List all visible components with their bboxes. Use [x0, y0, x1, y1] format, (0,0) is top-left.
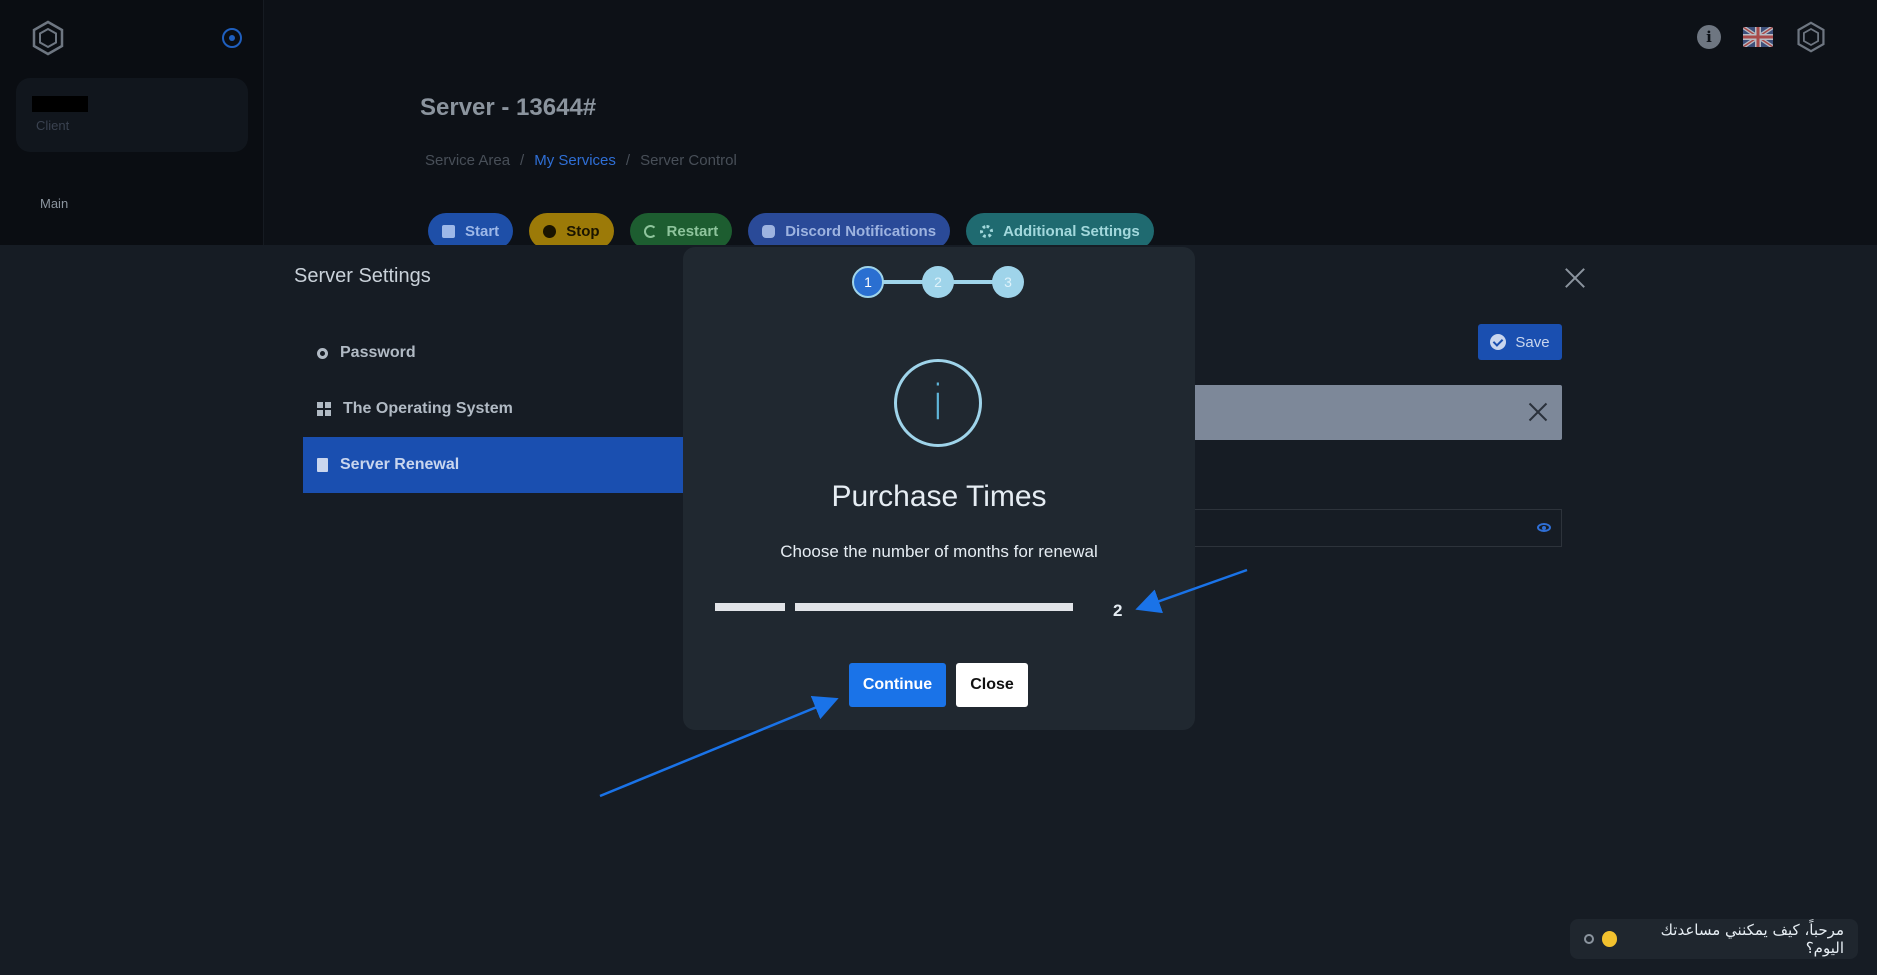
annotation-arrows: [599, 568, 1248, 798]
smile-emoji-icon: [1601, 931, 1618, 947]
chat-message: مرحباً، كيف يمكنني مساعدتك اليوم؟: [1660, 921, 1844, 957]
arrow-to-slider-value: [1135, 568, 1248, 614]
status-dot-icon: [1584, 934, 1594, 944]
chat-widget[interactable]: مرحباً، كيف يمكنني مساعدتك اليوم؟: [1570, 919, 1858, 959]
arrow-to-continue: [599, 696, 839, 798]
